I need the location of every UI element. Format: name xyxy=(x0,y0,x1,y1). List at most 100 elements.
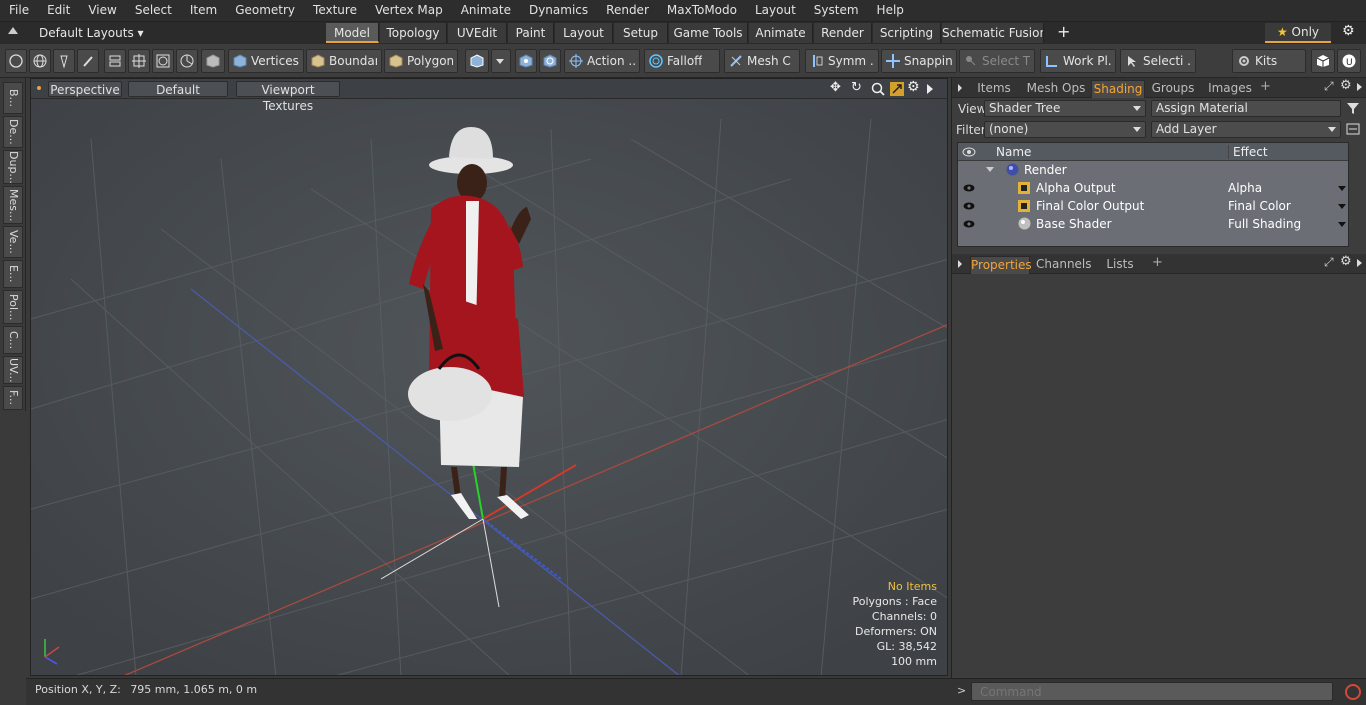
panel-expand-icon[interactable] xyxy=(1357,83,1362,91)
kits-button[interactable]: Kits xyxy=(1232,49,1306,73)
viewport-textures-button[interactable]: Viewport Textures xyxy=(236,81,340,113)
work-plane-button[interactable]: Work Pl... xyxy=(1040,49,1116,73)
pie-button[interactable] xyxy=(176,49,198,73)
menu-layout[interactable]: Layout xyxy=(746,0,805,21)
effect-dropdown-icon[interactable] xyxy=(1338,222,1346,227)
view-select[interactable]: Shader Tree xyxy=(984,100,1146,117)
panel-menu-icon[interactable] xyxy=(958,84,962,92)
maximize-icon[interactable] xyxy=(890,82,904,96)
modo-logo-button[interactable] xyxy=(1311,49,1335,73)
layout-selector[interactable]: Default Layouts ▾ xyxy=(39,24,144,42)
add-tab-icon[interactable]: + xyxy=(1057,22,1070,42)
left-tab-polygon[interactable]: Pol... xyxy=(3,290,23,324)
selection-sets-button[interactable]: Selecti ... xyxy=(1120,49,1196,73)
viewport-gear-icon[interactable]: ⚙ xyxy=(907,79,920,95)
panel-menu-icon[interactable] xyxy=(958,260,962,268)
left-tab-deform[interactable]: De... xyxy=(3,116,23,148)
tab-lists[interactable]: Lists xyxy=(1098,256,1142,274)
rotate-icon[interactable]: ↻ xyxy=(851,80,862,95)
effect-dropdown-icon[interactable] xyxy=(1338,204,1346,209)
panel-gear-icon[interactable]: ⚙ xyxy=(1340,254,1352,269)
left-tab-uv[interactable]: UV... xyxy=(3,356,23,384)
polygons-button[interactable]: Polygons xyxy=(384,49,458,73)
menu-file[interactable]: File xyxy=(0,0,38,21)
assign-material-button[interactable]: Assign Material xyxy=(1151,100,1341,117)
add-tab-icon[interactable]: + xyxy=(1260,79,1271,94)
only-toggle[interactable]: ★ Only xyxy=(1265,23,1331,43)
tab-shading[interactable]: Shading xyxy=(1091,80,1145,98)
tab-channels[interactable]: Channels xyxy=(1036,256,1092,274)
element-button[interactable] xyxy=(152,49,174,73)
left-tab-fusion[interactable]: F... xyxy=(3,386,23,410)
panel-gear-icon[interactable]: ⚙ xyxy=(1340,78,1352,93)
left-tab-duplicate[interactable]: Dup... xyxy=(3,150,23,184)
tab-schematic-fusion[interactable]: Schematic Fusion xyxy=(942,23,1044,43)
tree-row-final-color-output[interactable]: Final Color Output Final Color xyxy=(958,197,1348,215)
tab-paint[interactable]: Paint xyxy=(508,23,554,43)
shading-mode-button[interactable]: Default xyxy=(128,81,228,97)
symmetry-button[interactable]: Symm ... xyxy=(805,49,879,73)
snap-item-button[interactable] xyxy=(539,49,561,73)
tree-row-render[interactable]: Render xyxy=(958,161,1348,179)
3d-viewport[interactable]: Perspective Default Viewport Textures ✥ … xyxy=(30,78,948,676)
action-button[interactable]: Action ... xyxy=(564,49,640,73)
menu-dynamics[interactable]: Dynamics xyxy=(520,0,597,21)
pen-button[interactable] xyxy=(53,49,75,73)
menu-select[interactable]: Select xyxy=(126,0,181,21)
visibility-eye-icon[interactable] xyxy=(963,184,975,192)
col-name-header[interactable]: Name xyxy=(996,145,1031,159)
snapping-button[interactable]: Snapping xyxy=(881,49,957,73)
tab-setup[interactable]: Setup xyxy=(614,23,668,43)
viewport-expand-arrow-icon[interactable] xyxy=(927,84,933,94)
command-record-icon[interactable] xyxy=(1344,683,1362,701)
tab-layout[interactable]: Layout xyxy=(555,23,613,43)
tab-scripting[interactable]: Scripting xyxy=(873,23,941,43)
command-input[interactable] xyxy=(971,682,1333,701)
left-tab-edge[interactable]: E... xyxy=(3,260,23,288)
row-effect[interactable]: Final Color xyxy=(1228,197,1291,215)
left-tab-curve[interactable]: C... xyxy=(3,326,23,354)
pop-out-icon[interactable]: ⤢ xyxy=(1324,255,1334,270)
gear-icon[interactable]: ⚙ xyxy=(1342,23,1355,39)
tab-render[interactable]: Render xyxy=(814,23,872,43)
item-mode-button[interactable] xyxy=(201,49,225,73)
select-mode-circle[interactable] xyxy=(5,49,27,73)
filter-select[interactable]: (none) xyxy=(984,121,1146,138)
panel-expand-icon[interactable] xyxy=(1357,259,1362,267)
pan-icon[interactable]: ✥ xyxy=(830,80,841,95)
filter-funnel-icon[interactable] xyxy=(1346,101,1360,115)
row-effect[interactable]: Full Shading xyxy=(1228,215,1301,233)
center-button[interactable] xyxy=(128,49,150,73)
list-options-icon[interactable] xyxy=(1346,122,1360,136)
mesh-constraint-button[interactable]: Mesh C ... xyxy=(724,49,800,73)
menu-system[interactable]: System xyxy=(805,0,868,21)
snap-mesh-button[interactable] xyxy=(515,49,537,73)
menu-geometry[interactable]: Geometry xyxy=(226,0,304,21)
vertices-button[interactable]: Vertices xyxy=(228,49,304,73)
zoom-icon[interactable] xyxy=(871,82,885,96)
viewport-menu-dot-icon[interactable] xyxy=(37,86,41,90)
tab-properties[interactable]: Properties xyxy=(970,256,1032,274)
effect-dropdown-icon[interactable] xyxy=(1338,186,1346,191)
select-through-button[interactable]: Select T... xyxy=(959,49,1035,73)
menu-maxtomodo[interactable]: MaxToModo xyxy=(658,0,746,21)
collapse-arrow-icon[interactable] xyxy=(986,167,994,172)
menu-render[interactable]: Render xyxy=(597,0,658,21)
menu-view[interactable]: View xyxy=(79,0,125,21)
tab-game-tools[interactable]: Game Tools xyxy=(669,23,748,43)
menu-animate[interactable]: Animate xyxy=(452,0,520,21)
tab-images[interactable]: Images xyxy=(1204,80,1256,98)
menu-texture[interactable]: Texture xyxy=(304,0,366,21)
tab-mesh-ops[interactable]: Mesh Ops xyxy=(1024,80,1088,98)
row-effect[interactable]: Alpha xyxy=(1228,179,1262,197)
left-tab-basic[interactable]: B... xyxy=(3,82,23,114)
tab-items[interactable]: Items xyxy=(972,80,1016,98)
menu-help[interactable]: Help xyxy=(868,0,913,21)
tree-row-base-shader[interactable]: Base Shader Full Shading xyxy=(958,215,1348,233)
material-button[interactable] xyxy=(465,49,489,73)
falloff-button[interactable]: Falloff xyxy=(644,49,720,73)
layout-up-icon[interactable] xyxy=(8,27,18,34)
view-projection-button[interactable]: Perspective xyxy=(48,81,122,97)
tab-animate[interactable]: Animate xyxy=(749,23,813,43)
menu-edit[interactable]: Edit xyxy=(38,0,79,21)
